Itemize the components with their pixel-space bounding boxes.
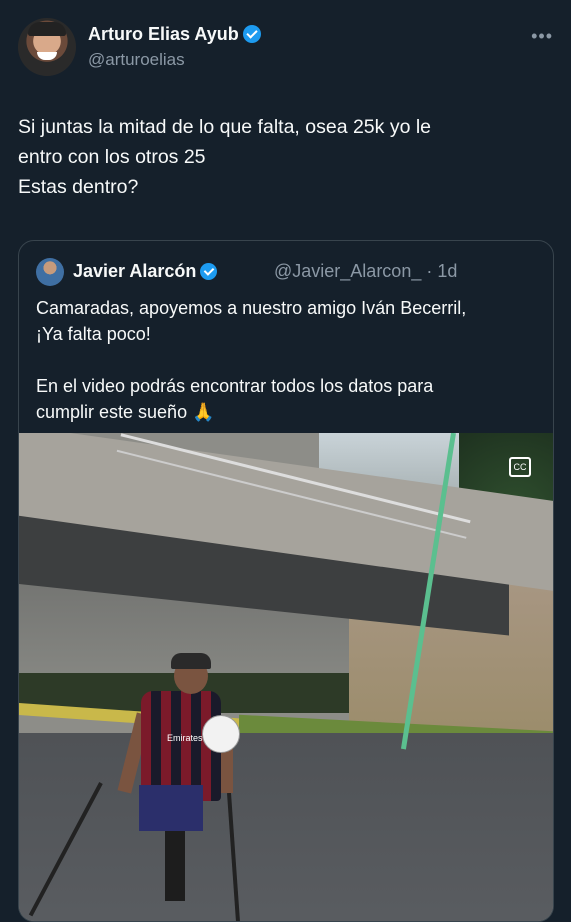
- tweet-line: Estas dentro?: [18, 176, 139, 198]
- quoted-tweet-body: Camaradas, apoyemos a nuestro amigo Iván…: [36, 295, 541, 425]
- jersey-sponsor: Emirates: [167, 733, 203, 743]
- quoted-line: Camaradas, apoyemos a nuestro amigo Iván…: [36, 298, 467, 318]
- quoted-author-meta[interactable]: @Javier_Alarcon_ · 1d: [274, 261, 457, 282]
- soccer-ball: [202, 715, 240, 753]
- author-avatar[interactable]: [18, 18, 76, 76]
- player-cap: [171, 653, 211, 669]
- verified-badge-icon: [200, 263, 218, 280]
- author-name[interactable]: Arturo Elias Ayub: [88, 24, 261, 45]
- quoted-line: [36, 347, 541, 373]
- tweet-header: Arturo Elias Ayub @arturoelias •••: [18, 18, 553, 78]
- tweet-line: entro con los otros 25: [18, 146, 206, 168]
- quoted-author-avatar[interactable]: [36, 258, 64, 286]
- quoted-line: cumplir este sueño 🙏: [36, 402, 215, 422]
- quoted-tweet-header: Javier Alarcón @Javier_Alarcon_ · 1d: [36, 258, 536, 286]
- author-handle[interactable]: @arturoelias: [88, 50, 185, 70]
- quoted-author-name[interactable]: Javier Alarcón: [73, 261, 218, 282]
- avatar-smile: [37, 52, 57, 60]
- video-media[interactable]: Emirates CC: [19, 433, 553, 921]
- video-captions-icon[interactable]: CC: [509, 457, 531, 477]
- avatar-hair: [28, 22, 66, 36]
- quoted-tweet[interactable]: Javier Alarcón @Javier_Alarcon_ · 1d Cam…: [18, 240, 554, 922]
- verified-badge-icon: [242, 25, 261, 43]
- player-leg: [165, 831, 185, 901]
- road: [19, 733, 553, 921]
- tweet-body: Si juntas la mitad de lo que falta, osea…: [18, 112, 553, 202]
- quoted-author-name-text[interactable]: Javier Alarcón: [73, 261, 196, 281]
- quoted-line: ¡Ya falta poco!: [36, 324, 151, 344]
- tweet-line: Si juntas la mitad de lo que falta, osea…: [18, 116, 432, 138]
- quoted-line: En el video podrás encontrar todos los d…: [36, 376, 434, 396]
- more-options-icon[interactable]: •••: [531, 26, 553, 47]
- player-shorts: [139, 785, 203, 831]
- author-name-text[interactable]: Arturo Elias Ayub: [88, 24, 239, 44]
